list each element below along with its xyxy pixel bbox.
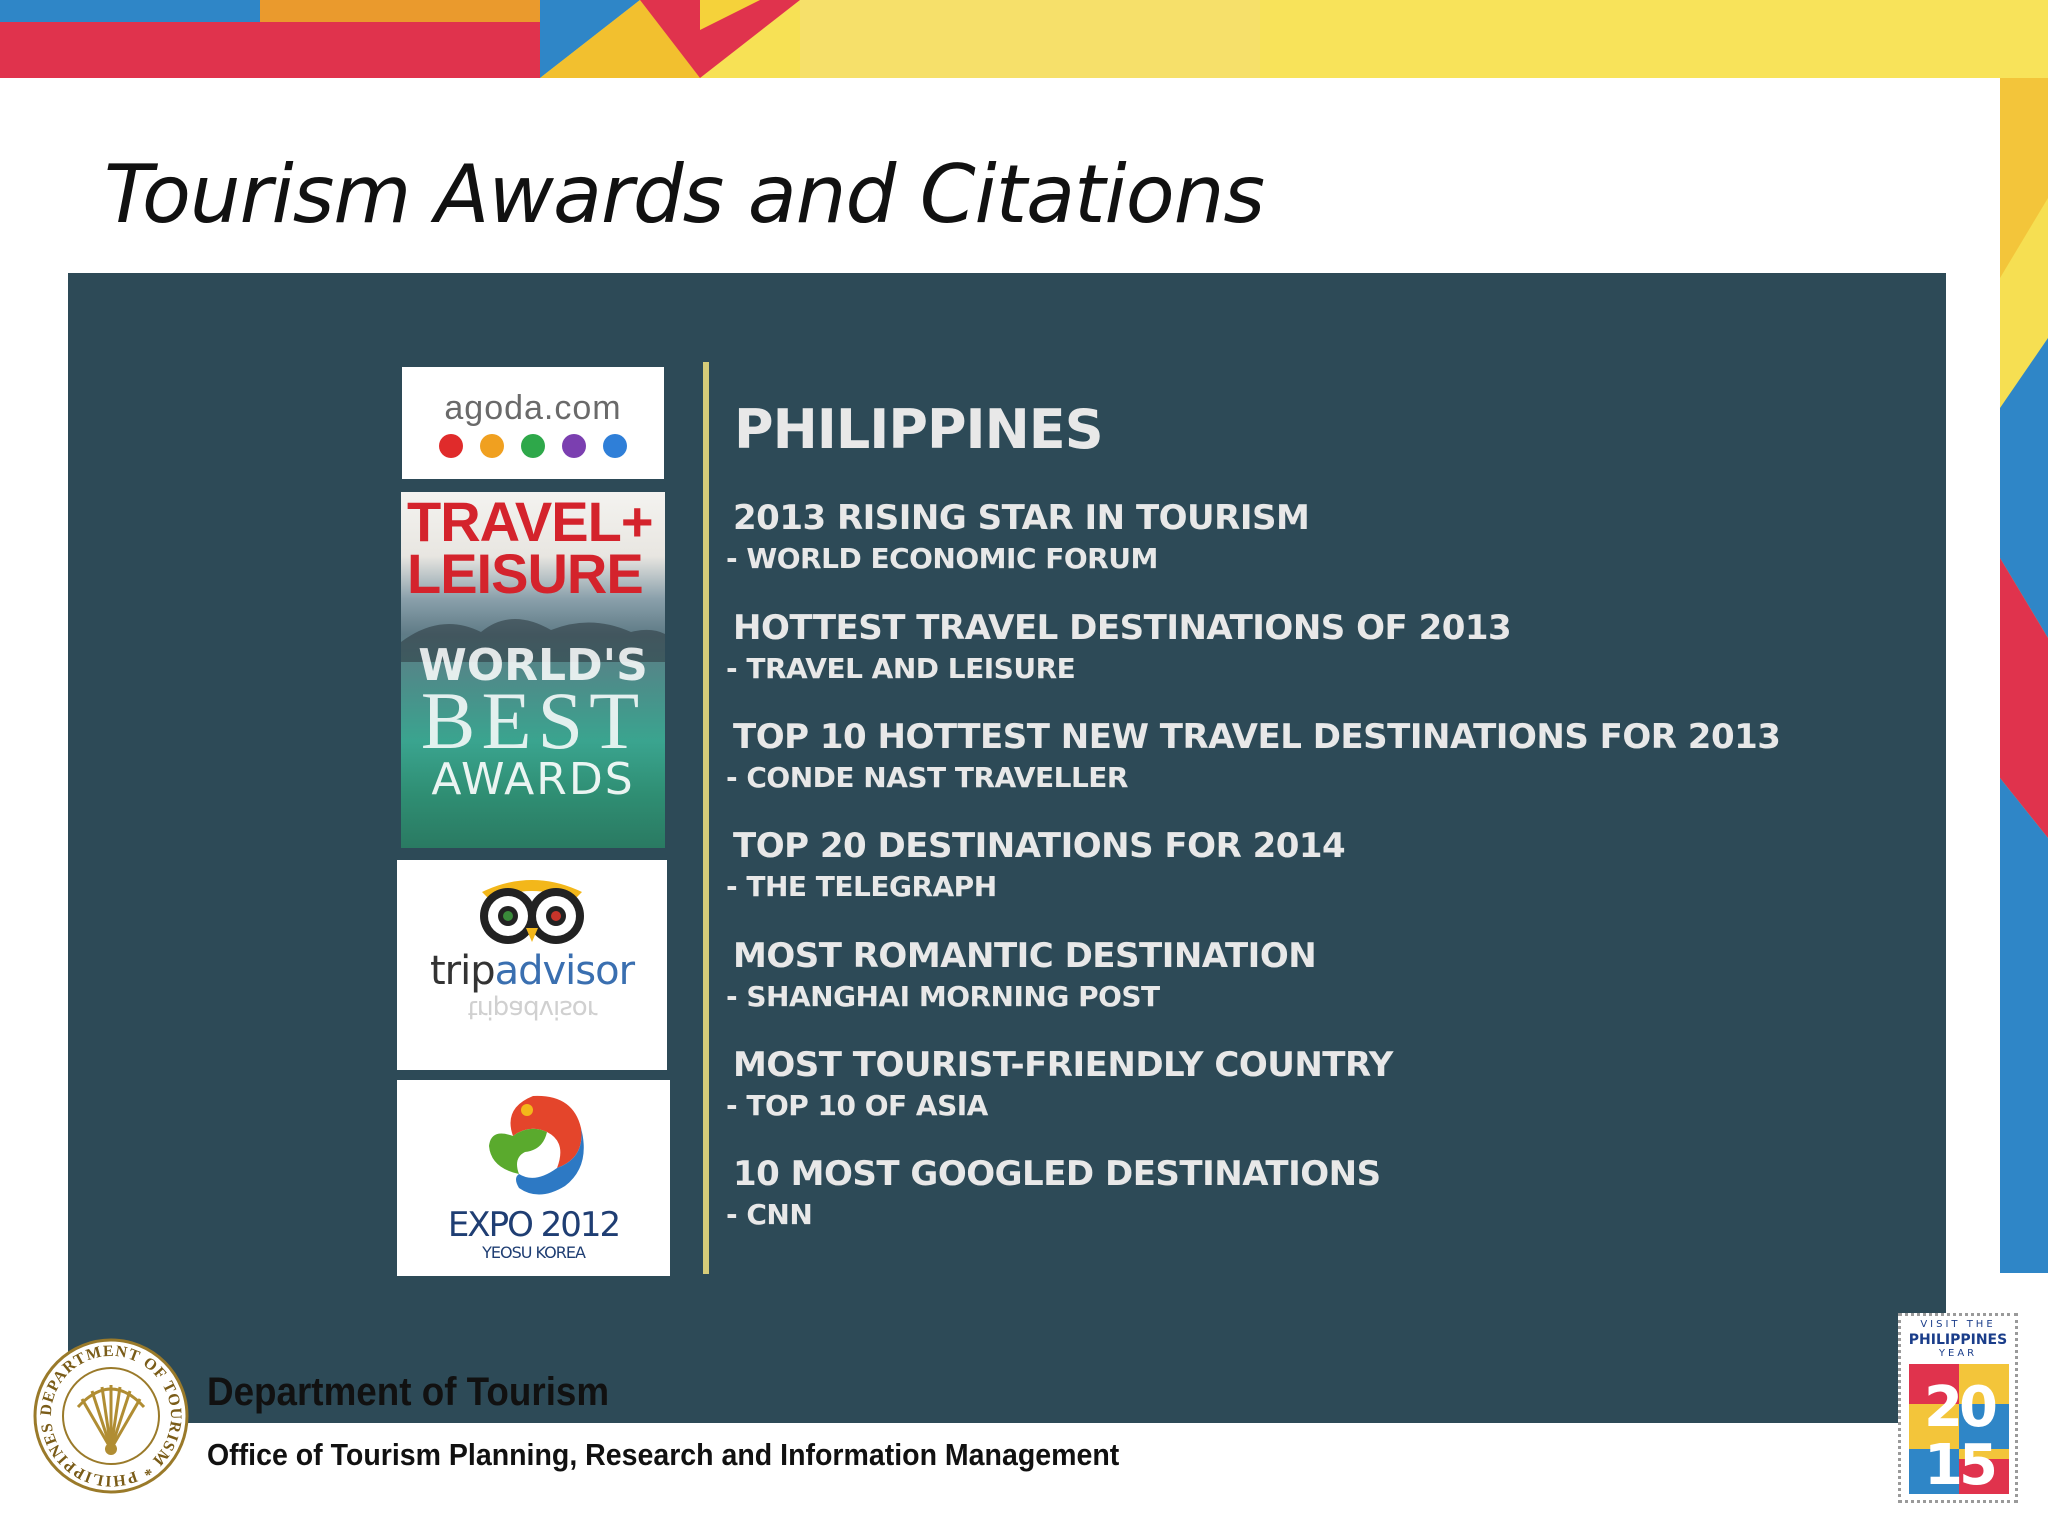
awards-heading: PHILIPPINES [734, 398, 1104, 461]
award-source: - TOP 10 OF ASIA [726, 1089, 988, 1122]
stamp-top-line: VISIT THE [1920, 1319, 1996, 1330]
wordmark-advisor: advisor [494, 948, 635, 994]
divider-line [703, 362, 709, 1274]
award-name: HOTTEST TRAVEL DESTINATIONS OF 2013 [733, 608, 1512, 648]
decorative-right-strip [2000, 78, 2048, 1273]
stamp-2015-artwork: 20 15 [1909, 1364, 2009, 1494]
award-source: - THE TELEGRAPH [726, 870, 997, 903]
award-item: 10 MOST GOOGLED DESTINATIONS - CNN [726, 1154, 1926, 1231]
expo-subtitle: YEOSU KOREA [482, 1243, 586, 1262]
award-item: TOP 10 HOTTEST NEW TRAVEL DESTINATIONS F… [726, 717, 1926, 794]
stamp-year-label: YEAR [1938, 1348, 1978, 1359]
tripadvisor-reflection: tripadvisor [397, 994, 667, 1024]
award-name: TOP 20 DESTINATIONS FOR 2014 [733, 826, 1346, 866]
agoda-dot-green [521, 434, 545, 458]
award-source: - WORLD ECONOMIC FORUM [726, 542, 1158, 575]
office-name: Office of Tourism Planning, Research and… [207, 1437, 1120, 1472]
reflection-trip: trip [467, 994, 509, 1024]
award-item: HOTTEST TRAVEL DESTINATIONS OF 2013 - TR… [726, 608, 1926, 685]
masthead-line-1: TRAVEL+ [407, 492, 654, 553]
agoda-logo: agoda.com [402, 367, 664, 479]
award-source: - CONDE NAST TRAVELLER [726, 761, 1129, 794]
decorative-banner [0, 0, 2048, 78]
award-item: 2013 RISING STAR IN TOURISM - WORLD ECON… [726, 498, 1926, 575]
stamp-country: PHILIPPINES [1908, 1332, 2008, 1348]
cover-awards: AWARDS [431, 754, 635, 805]
visit-philippines-stamp: VISIT THE PHILIPPINES YEAR 20 15 [1898, 1313, 2018, 1503]
award-name: 10 MOST GOOGLED DESTINATIONS [733, 1154, 1381, 1194]
masthead-line-2: LEISURE [407, 542, 644, 605]
award-name: MOST ROMANTIC DESTINATION [733, 936, 1317, 976]
agoda-dot-purple [562, 434, 586, 458]
expo-emblem-icon [489, 1095, 584, 1195]
award-source: - CNN [726, 1198, 813, 1231]
svg-text:15: 15 [1924, 1433, 1995, 1494]
travel-leisure-cover: TRAVEL+ LEISURE WORLD'S BEST AWARDS [401, 492, 665, 848]
award-name: TOP 10 HOTTEST NEW TRAVEL DESTINATIONS F… [733, 717, 1781, 757]
agoda-wordmark: agoda.com [444, 389, 622, 427]
travel-leisure-masthead: TRAVEL+ LEISURE [407, 492, 654, 605]
agoda-dot-orange [480, 434, 504, 458]
award-source: - SHANGHAI MORNING POST [726, 980, 1160, 1013]
award-item: TOP 20 DESTINATIONS FOR 2014 - THE TELEG… [726, 826, 1926, 903]
award-name: 2013 RISING STAR IN TOURISM [733, 498, 1310, 538]
agoda-dot-blue [603, 434, 627, 458]
award-item: MOST TOURIST-FRIENDLY COUNTRY - TOP 10 O… [726, 1045, 1926, 1122]
award-source: - TRAVEL AND LEISURE [726, 652, 1076, 685]
agoda-dot-red [439, 434, 463, 458]
department-seal-icon: DEPARTMENT OF TOURISM * PHILIPPINES * [32, 1337, 189, 1494]
expo-title: EXPO 2012 [447, 1205, 621, 1245]
tripadvisor-wordmark: tripadvisor [397, 948, 667, 994]
slide-title: Tourism Awards and Citations [104, 148, 1265, 241]
agoda-dots [402, 434, 664, 458]
svg-text:20: 20 [1924, 1375, 1996, 1440]
tripadvisor-logo: tripadvisor tripadvisor [397, 860, 667, 1070]
department-name: Department of Tourism [207, 1370, 610, 1414]
owl-icon [480, 880, 584, 944]
wordmark-trip: trip [429, 948, 496, 994]
award-item: MOST ROMANTIC DESTINATION - SHANGHAI MOR… [726, 936, 1926, 1013]
expo-2012-logo: EXPO 2012 YEOSU KOREA [397, 1080, 670, 1276]
award-name: MOST TOURIST-FRIENDLY COUNTRY [733, 1045, 1393, 1085]
reflection-advisor: advisor [508, 994, 597, 1024]
